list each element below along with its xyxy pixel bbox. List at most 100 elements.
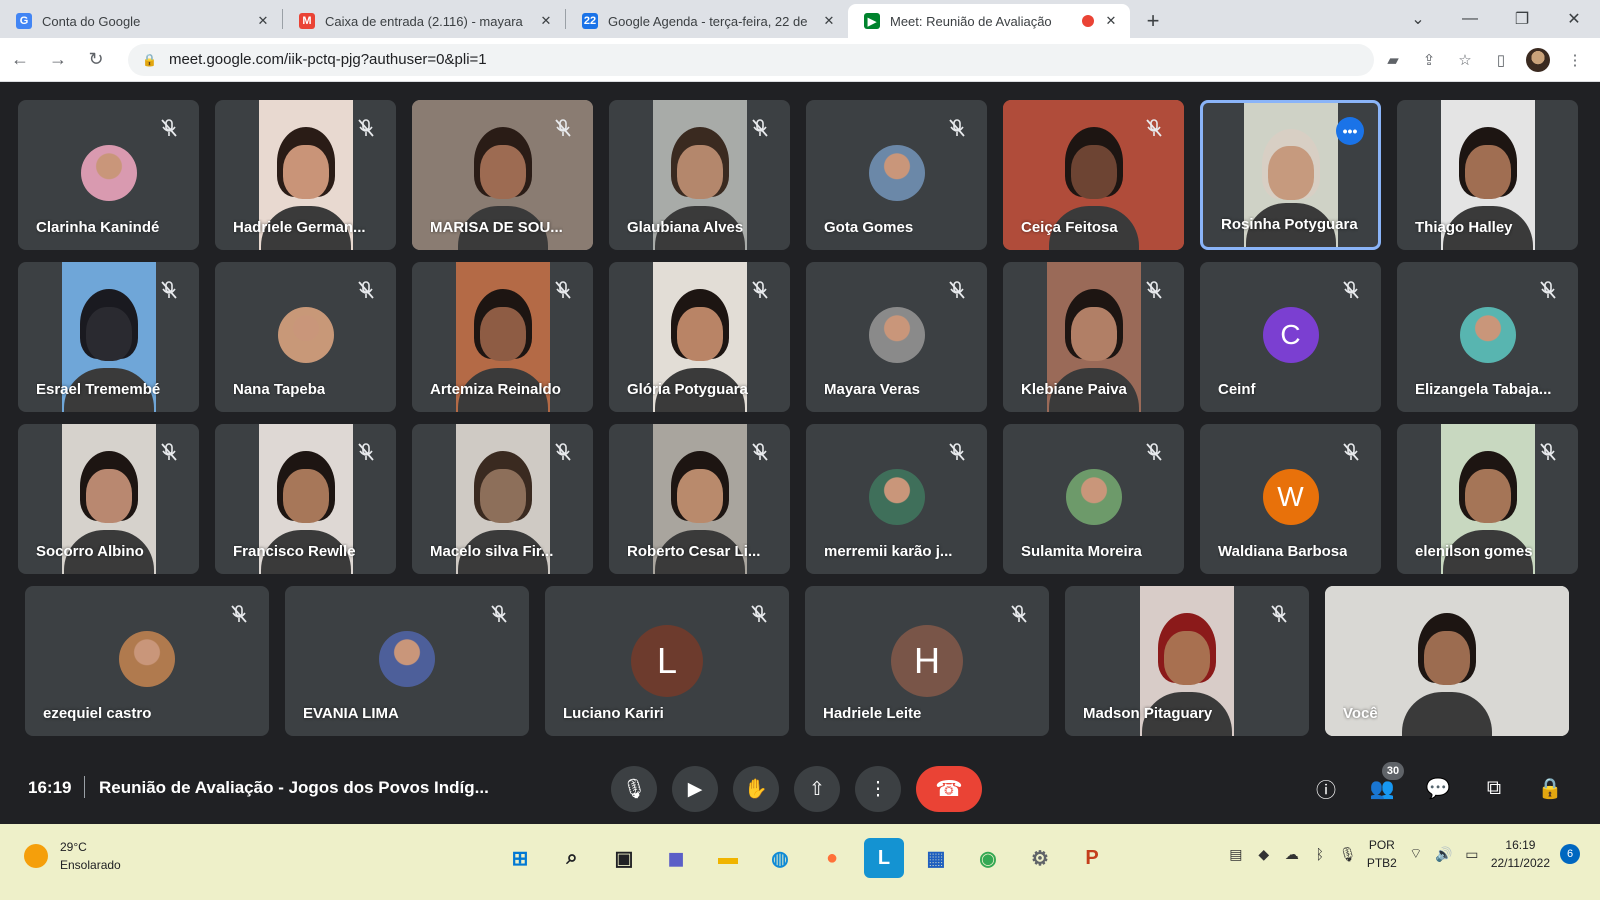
- chrome-icon[interactable]: ◉: [968, 838, 1008, 878]
- participant-tile[interactable]: H Hadriele Leite: [805, 586, 1049, 736]
- participant-initial-avatar: C: [1262, 307, 1319, 363]
- reload-button[interactable]: ↻: [78, 42, 114, 78]
- store-icon[interactable]: ▦: [916, 838, 956, 878]
- participant-initial-avatar: L: [631, 625, 703, 697]
- new-tab-button[interactable]: +: [1136, 4, 1170, 38]
- host-controls-button[interactable]: 🔒: [1530, 768, 1570, 808]
- browser-tab[interactable]: 22 Google Agenda - terça-feira, 22 de ✕: [566, 4, 848, 38]
- onedrive-icon[interactable]: ☁: [1283, 846, 1301, 863]
- wifi-icon[interactable]: ⌔: [1407, 845, 1425, 863]
- people-button[interactable]: 👥 30: [1362, 762, 1404, 808]
- participant-tile[interactable]: Madson Pitaguary: [1065, 586, 1309, 736]
- minimize-button[interactable]: —: [1444, 0, 1496, 38]
- file-explorer-icon[interactable]: ▬: [708, 838, 748, 878]
- edge-icon[interactable]: ◍: [760, 838, 800, 878]
- participant-tile[interactable]: Klebiane Paiva: [1003, 262, 1184, 412]
- teams-chat-icon[interactable]: ◼: [656, 838, 696, 878]
- tile-options-icon[interactable]: •••: [1336, 117, 1364, 145]
- participant-tile[interactable]: Ceiça Feitosa: [1003, 100, 1184, 250]
- bookmark-star-icon[interactable]: ☆: [1454, 51, 1476, 69]
- teams-tray-icon[interactable]: ▤: [1227, 846, 1245, 863]
- forward-button[interactable]: →: [40, 42, 76, 78]
- back-button[interactable]: ←: [2, 42, 38, 78]
- participant-name: Você: [1343, 705, 1378, 722]
- meeting-controls-bar: 16:19 Reunião de Avaliação - Jogos dos P…: [0, 752, 1600, 824]
- keyboard-language[interactable]: POR PTB2: [1367, 836, 1397, 872]
- clock[interactable]: 16:19 22/11/2022: [1491, 836, 1550, 872]
- participant-tile[interactable]: Glória Potyguara: [609, 262, 790, 412]
- participant-tile[interactable]: Thiago Halley: [1397, 100, 1578, 250]
- participant-tile[interactable]: Sulamita Moreira: [1003, 424, 1184, 574]
- address-bar[interactable]: 🔒 meet.google.com/iik-pctq-pjg?authuser=…: [128, 43, 1374, 76]
- participant-tile[interactable]: Roberto Cesar Li...: [609, 424, 790, 574]
- weather-widget[interactable]: 29°C Ensolarado: [24, 838, 121, 874]
- side-panel-icon[interactable]: ▯: [1490, 51, 1512, 69]
- close-tab-icon[interactable]: ✕: [820, 13, 838, 29]
- muted-microphone-icon: [749, 604, 769, 624]
- participant-tile[interactable]: Hadriele German...: [215, 100, 396, 250]
- participant-tile[interactable]: Nana Tapeba: [215, 262, 396, 412]
- settings-gear-icon[interactable]: ⚙: [1020, 838, 1060, 878]
- participant-tile[interactable]: C Ceinf: [1200, 262, 1381, 412]
- participant-tile[interactable]: L Luciano Kariri: [545, 586, 789, 736]
- participant-name: Rosinha Potyguara: [1221, 216, 1358, 233]
- participant-tile[interactable]: ezequiel castro: [25, 586, 269, 736]
- task-view-icon[interactable]: ▣: [604, 838, 644, 878]
- present-screen-button[interactable]: ⇧: [794, 766, 840, 812]
- search-icon[interactable]: ⌕: [552, 838, 592, 878]
- participant-tile[interactable]: Gota Gomes: [806, 100, 987, 250]
- browser-menu-icon[interactable]: ⋮: [1564, 51, 1586, 69]
- start-button[interactable]: ⊞: [500, 838, 540, 878]
- more-options-button[interactable]: ⋮: [855, 766, 901, 812]
- participant-tile[interactable]: ••• Rosinha Potyguara: [1200, 100, 1381, 250]
- leave-call-button[interactable]: ☎: [916, 766, 982, 812]
- participant-tile[interactable]: W Waldiana Barbosa: [1200, 424, 1381, 574]
- microphone-tray-icon[interactable]: 🎙: [1339, 846, 1357, 863]
- camera-button[interactable]: ▶: [672, 766, 718, 812]
- microphone-button[interactable]: 🎙: [611, 766, 657, 812]
- muted-microphone-icon: [159, 118, 179, 138]
- close-window-button[interactable]: ✕: [1548, 0, 1600, 38]
- person-face: [1164, 631, 1210, 685]
- close-tab-icon[interactable]: ✕: [254, 13, 272, 29]
- participant-tile[interactable]: Francisco Rewlle: [215, 424, 396, 574]
- restore-button[interactable]: ❐: [1496, 0, 1548, 38]
- participant-tile[interactable]: MARISA DE SOU...: [412, 100, 593, 250]
- participant-tile[interactable]: merremii karão j...: [806, 424, 987, 574]
- browser-tab[interactable]: M Caixa de entrada (2.116) - mayara ✕: [283, 4, 565, 38]
- participant-tile[interactable]: Elizangela Tabaja...: [1397, 262, 1578, 412]
- profile-avatar[interactable]: [1526, 47, 1550, 72]
- participant-tile[interactable]: EVANIA LIMA: [285, 586, 529, 736]
- chat-button[interactable]: 💬: [1418, 768, 1458, 808]
- activities-icon: ⧉: [1486, 776, 1502, 799]
- participant-tile[interactable]: Artemiza Reinaldo: [412, 262, 593, 412]
- bluetooth-icon[interactable]: ᛒ: [1311, 846, 1329, 862]
- security-tray-icon[interactable]: ◆: [1255, 846, 1273, 863]
- share-icon[interactable]: ⇪: [1418, 51, 1440, 69]
- app-l-icon[interactable]: L: [864, 838, 904, 878]
- participant-name: MARISA DE SOU...: [430, 219, 563, 236]
- raise-hand-button[interactable]: ✋: [733, 766, 779, 812]
- browser-tab[interactable]: G Conta do Google ✕: [0, 4, 282, 38]
- participant-tile[interactable]: Mayara Veras: [806, 262, 987, 412]
- participant-tile[interactable]: Socorro Albino: [18, 424, 199, 574]
- tab-search-icon[interactable]: ⌄: [1392, 0, 1444, 38]
- notification-badge[interactable]: 6: [1560, 844, 1580, 864]
- participant-name: merremii karão j...: [824, 543, 953, 560]
- participant-tile[interactable]: Glaubiana Alves: [609, 100, 790, 250]
- activities-button[interactable]: ⧉: [1474, 768, 1514, 808]
- participant-tile[interactable]: Macelo silva Fir...: [412, 424, 593, 574]
- close-tab-icon[interactable]: ✕: [537, 13, 555, 29]
- participant-tile[interactable]: Esrael Tremembé: [18, 262, 199, 412]
- camera-icon[interactable]: ▰: [1382, 51, 1404, 69]
- battery-icon[interactable]: ▭: [1463, 846, 1481, 863]
- firefox-icon[interactable]: ●: [812, 838, 852, 878]
- volume-icon[interactable]: 🔊: [1435, 846, 1453, 863]
- meeting-details-button[interactable]: ⓘ: [1306, 768, 1346, 808]
- powerpoint-icon[interactable]: P: [1072, 838, 1112, 878]
- close-tab-icon[interactable]: ✕: [1102, 13, 1120, 29]
- participant-tile[interactable]: elenilson gomes: [1397, 424, 1578, 574]
- browser-tab[interactable]: ▶ Meet: Reunião de Avaliação ✕: [848, 4, 1130, 38]
- participant-tile[interactable]: Clarinha Kanindé: [18, 100, 199, 250]
- participant-tile[interactable]: Você: [1325, 586, 1569, 736]
